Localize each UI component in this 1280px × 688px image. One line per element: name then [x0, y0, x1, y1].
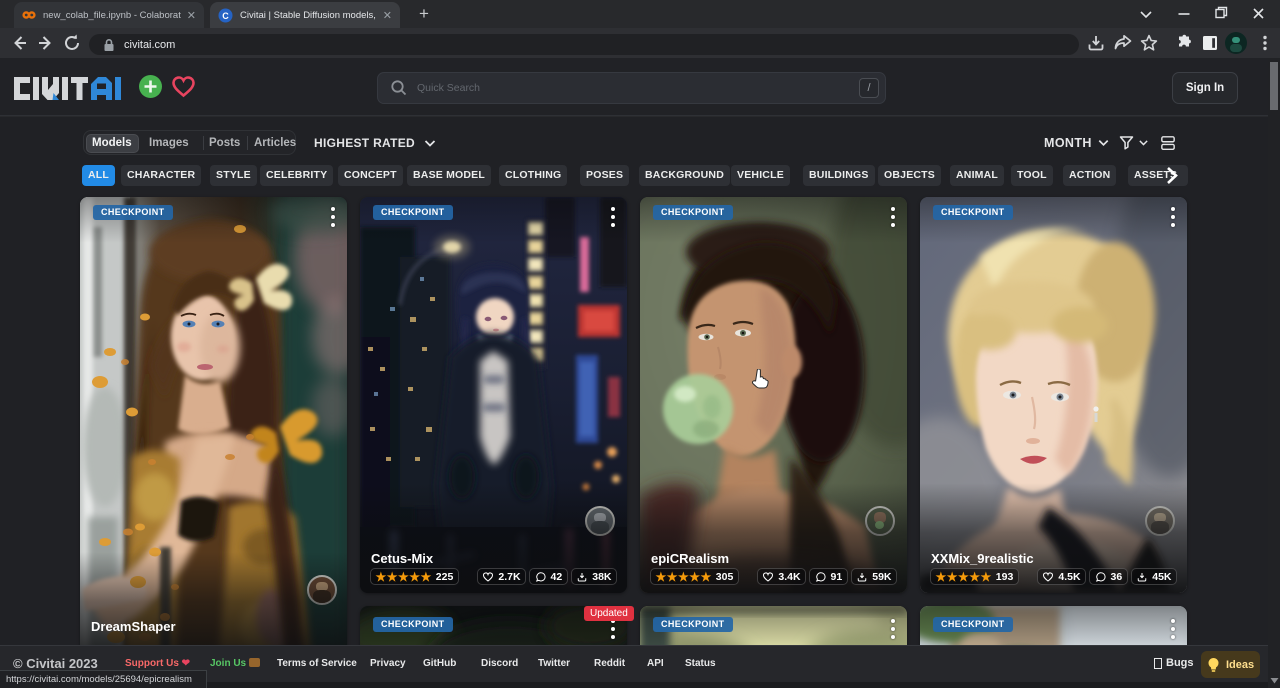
svg-text:C: C	[222, 10, 229, 20]
